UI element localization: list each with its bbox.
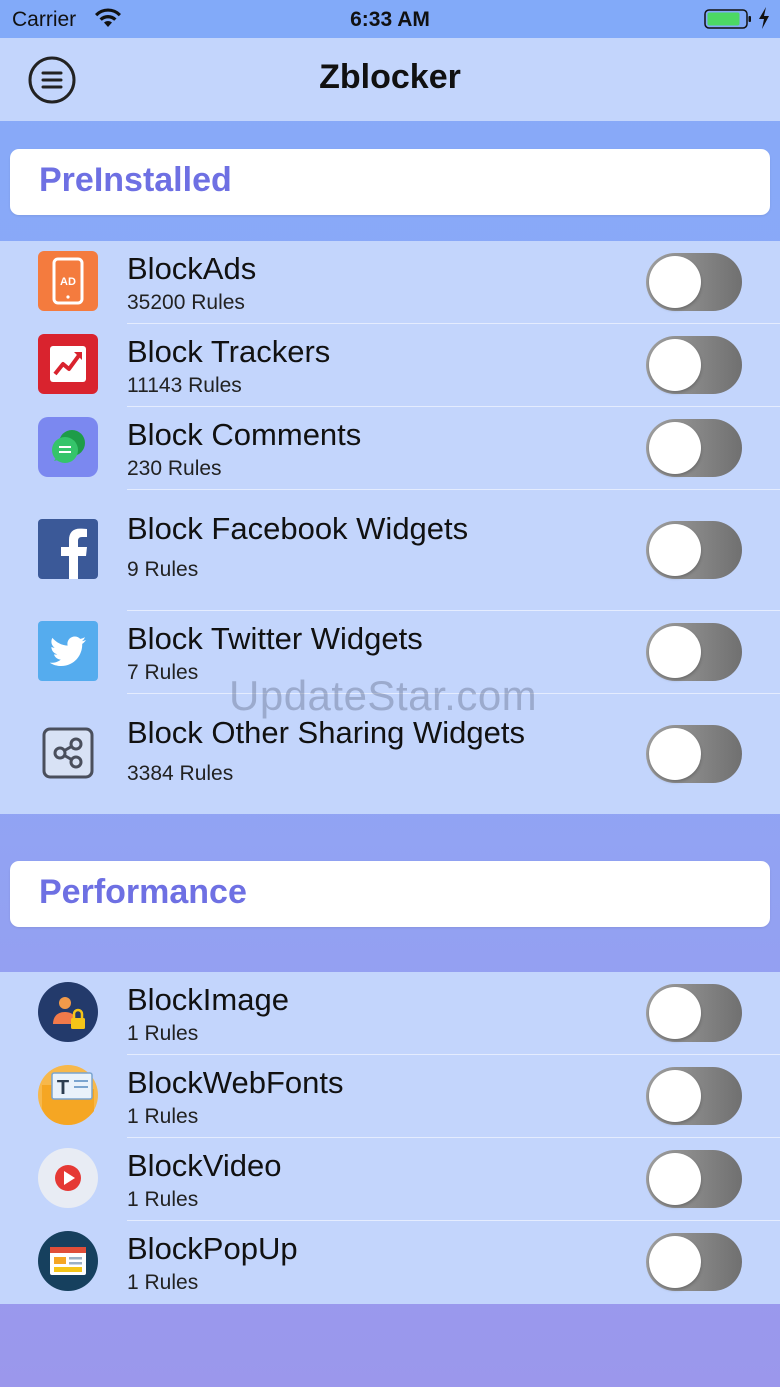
toggle-switch-block-comments[interactable] bbox=[646, 419, 742, 477]
item-rules-count: 7 Rules bbox=[127, 661, 199, 684]
battery-icon bbox=[704, 8, 752, 36]
toggle-knob bbox=[649, 256, 701, 308]
item-name: Block Trackers bbox=[127, 334, 331, 369]
item-name: BlockPopUp bbox=[127, 1231, 298, 1266]
ad-phone-icon: AD bbox=[38, 251, 98, 311]
item-rules-count: 1 Rules bbox=[127, 1271, 199, 1294]
image-lock-icon bbox=[38, 982, 98, 1042]
item-name: BlockImage bbox=[127, 982, 289, 1017]
toggle-knob bbox=[649, 987, 701, 1039]
toggle-switch-block-trackers[interactable] bbox=[646, 336, 742, 394]
list-item-blockpopup: BlockPopUp 1 Rules bbox=[0, 1221, 780, 1304]
item-name: Block Comments bbox=[127, 417, 362, 452]
item-rules-count: 11143 Rules bbox=[127, 374, 242, 397]
section-title: Performance bbox=[39, 873, 247, 911]
svg-text:AD: AD bbox=[60, 276, 76, 288]
list-item-block-twitter-widgets: Block Twitter Widgets 7 Rules bbox=[0, 611, 780, 694]
toggle-knob bbox=[649, 626, 701, 678]
toggle-knob bbox=[649, 524, 701, 576]
toggle-switch-blockvideo[interactable] bbox=[646, 1150, 742, 1208]
list-item-block-other-sharing-widgets: Block Other Sharing Widgets 3384 Rules bbox=[0, 694, 780, 814]
app-title: Zblocker bbox=[319, 58, 461, 96]
toggle-knob bbox=[649, 339, 701, 391]
chat-bubbles-icon bbox=[38, 417, 98, 477]
section-title: PreInstalled bbox=[39, 161, 232, 199]
item-rules-count: 3384 Rules bbox=[127, 762, 234, 785]
toggle-switch-blockwebfonts[interactable] bbox=[646, 1067, 742, 1125]
toggle-knob bbox=[649, 1070, 701, 1122]
section-header-performance: Performance bbox=[10, 861, 770, 927]
toggle-switch-block-facebook-widgets[interactable] bbox=[646, 521, 742, 579]
font-folder-icon: T bbox=[38, 1065, 98, 1125]
toggle-switch-blockimage[interactable] bbox=[646, 984, 742, 1042]
charging-icon bbox=[757, 6, 771, 36]
list-item-block-trackers: Block Trackers 11143 Rules bbox=[0, 324, 780, 407]
trend-chart-icon bbox=[38, 334, 98, 394]
item-rules-count: 1 Rules bbox=[127, 1105, 199, 1128]
list-item-blockwebfonts: T BlockWebFonts 1 Rules bbox=[0, 1055, 780, 1138]
toggle-knob bbox=[649, 728, 701, 780]
list-item-blockads: AD BlockAds 35200 Rules bbox=[0, 241, 780, 324]
item-name: BlockAds bbox=[127, 251, 257, 286]
item-rules-count: 35200 Rules bbox=[127, 291, 245, 314]
svg-text:T: T bbox=[57, 1077, 69, 1099]
popup-window-icon bbox=[38, 1231, 98, 1291]
item-name: Block Twitter Widgets bbox=[127, 621, 423, 656]
status-bar: Carrier 6:33 AM bbox=[0, 0, 780, 38]
toggle-switch-block-other-sharing-widgets[interactable] bbox=[646, 725, 742, 783]
list-item-blockimage: BlockImage 1 Rules bbox=[0, 972, 780, 1055]
preinstalled-list: AD BlockAds 35200 Rules Block Trackers 1… bbox=[0, 241, 780, 814]
list-item-blockvideo: BlockVideo 1 Rules bbox=[0, 1138, 780, 1221]
section-header-preinstalled: PreInstalled bbox=[10, 149, 770, 215]
performance-list: BlockImage 1 Rules T BlockWebFonts 1 Rul… bbox=[0, 972, 780, 1304]
toggle-switch-blockpopup[interactable] bbox=[646, 1233, 742, 1291]
list-item-block-comments: Block Comments 230 Rules bbox=[0, 407, 780, 490]
item-name: BlockWebFonts bbox=[127, 1065, 344, 1100]
play-icon bbox=[38, 1148, 98, 1208]
item-rules-count: 1 Rules bbox=[127, 1022, 199, 1045]
toggle-knob bbox=[649, 422, 701, 474]
list-item-block-facebook-widgets: Block Facebook Widgets 9 Rules bbox=[0, 490, 780, 611]
navigation-bar: Zblocker bbox=[0, 38, 780, 121]
toggle-switch-blockads[interactable] bbox=[646, 253, 742, 311]
toggle-knob bbox=[649, 1153, 701, 1205]
item-name: Block Other Sharing Widgets bbox=[127, 715, 526, 750]
item-name: Block Facebook Widgets bbox=[127, 511, 469, 546]
clock: 6:33 AM bbox=[350, 8, 430, 31]
toggle-knob bbox=[649, 1236, 701, 1288]
item-rules-count: 230 Rules bbox=[127, 457, 222, 480]
item-rules-count: 9 Rules bbox=[127, 558, 199, 581]
item-name: BlockVideo bbox=[127, 1148, 282, 1183]
item-rules-count: 1 Rules bbox=[127, 1188, 199, 1211]
share-icon bbox=[38, 723, 98, 783]
facebook-icon bbox=[38, 519, 98, 579]
toggle-switch-block-twitter-widgets[interactable] bbox=[646, 623, 742, 681]
twitter-icon bbox=[38, 621, 98, 681]
